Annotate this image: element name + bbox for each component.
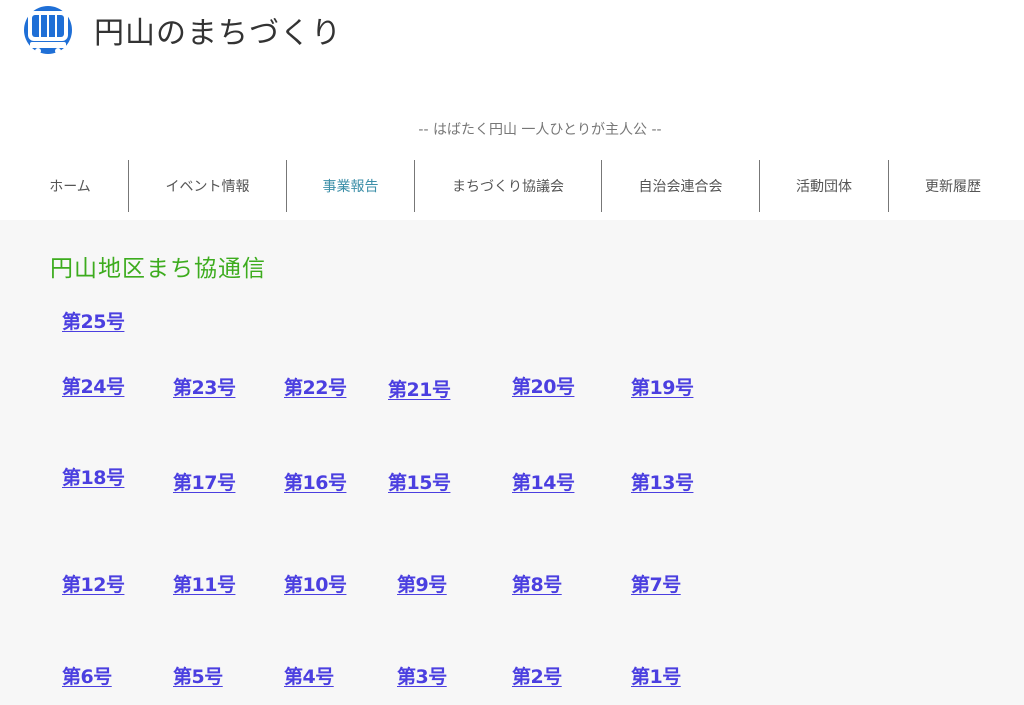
nav-item-council[interactable]: まちづくり協議会 [415,160,602,212]
issue-link-24[interactable]: 第24号 [62,372,125,399]
issue-link-1[interactable]: 第1号 [631,662,681,689]
issue-link-20[interactable]: 第20号 [512,372,575,399]
site-title: 円山のまちづくり [94,16,342,51]
issue-link-4[interactable]: 第4号 [284,662,334,689]
nav-item-events[interactable]: イベント情報 [129,160,287,212]
issue-link-6[interactable]: 第6号 [62,662,112,689]
site-tagline: -- はばたく円山 一人ひとりが主人公 -- [418,122,662,138]
issue-link-3[interactable]: 第3号 [397,662,447,689]
issue-link-5[interactable]: 第5号 [173,662,223,689]
nav-item-reports[interactable]: 事業報告 [287,160,415,212]
issue-link-12[interactable]: 第12号 [62,570,125,597]
issue-link-10[interactable]: 第10号 [284,570,347,597]
issue-link-25[interactable]: 第25号 [62,307,125,334]
issue-link-14[interactable]: 第14号 [512,468,575,495]
issue-link-2[interactable]: 第2号 [512,662,562,689]
nav-item-neighborhood-association[interactable]: 自治会連合会 [602,160,760,212]
main-content: 円山地区まち協通信 第25号 第24号 第23号 第22号 第21号 第20号 … [0,220,1024,705]
issue-link-11[interactable]: 第11号 [173,570,236,597]
issue-link-8[interactable]: 第8号 [512,570,562,597]
issue-link-22[interactable]: 第22号 [284,373,347,400]
issue-link-15[interactable]: 第15号 [388,468,451,495]
issue-link-9[interactable]: 第9号 [397,570,447,597]
nav-item-home[interactable]: ホーム [12,160,129,212]
issue-link-13[interactable]: 第13号 [631,468,694,495]
issue-link-7[interactable]: 第7号 [631,570,681,597]
section-title: 円山地区まち協通信 [50,256,266,282]
issue-link-23[interactable]: 第23号 [173,373,236,400]
site-header: 円山のまちづくり -- はばたく円山 一人ひとりが主人公 -- ホーム イベント… [0,0,1024,220]
site-logo-link[interactable]: 円山のまちづくり [22,0,342,60]
issue-link-19[interactable]: 第19号 [631,373,694,400]
issue-link-21[interactable]: 第21号 [388,375,451,402]
issue-link-16[interactable]: 第16号 [284,468,347,495]
issue-link-18[interactable]: 第18号 [62,463,125,490]
nav-item-updates[interactable]: 更新履歴 [889,160,1017,212]
main-nav: ホーム イベント情報 事業報告 まちづくり協議会 自治会連合会 活動団体 更新履… [12,160,1024,212]
nav-item-groups[interactable]: 活動団体 [760,160,889,212]
issue-link-17[interactable]: 第17号 [173,468,236,495]
tram-icon [24,6,72,54]
